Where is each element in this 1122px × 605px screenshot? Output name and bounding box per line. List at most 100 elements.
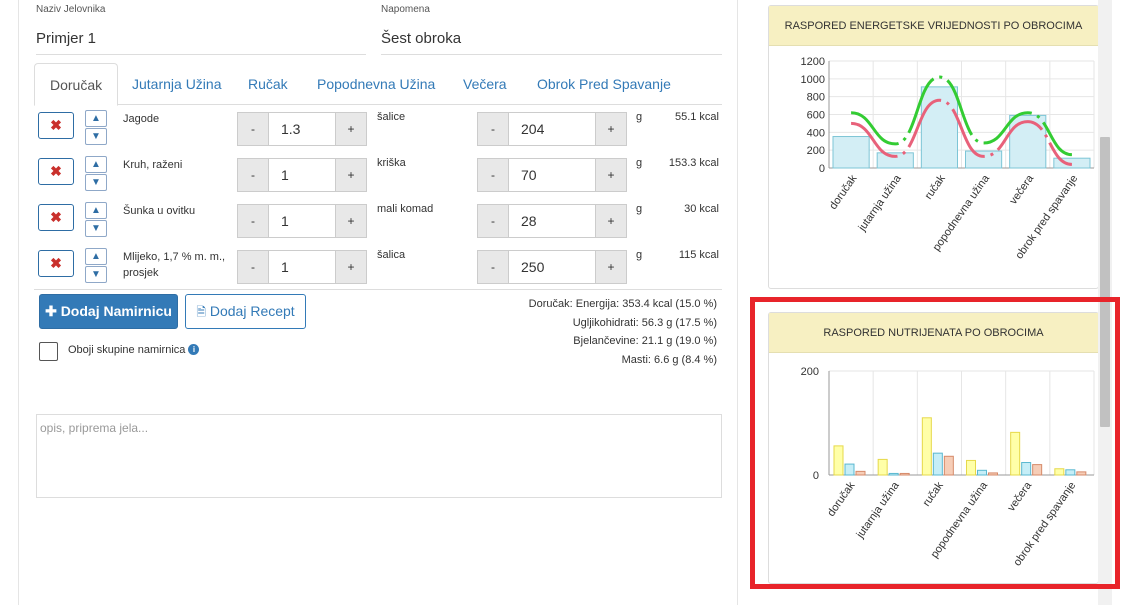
- move-down-button[interactable]: ▼: [85, 266, 107, 283]
- arrow-down-icon: ▼: [91, 131, 101, 142]
- note-field[interactable]: Šest obroka: [381, 30, 722, 55]
- quantity-decrement-button[interactable]: -: [237, 250, 269, 284]
- quantity-stepper: - 1 +: [237, 158, 367, 192]
- summary-energy: Doručak: Energija: 353.4 kcal (15.0 %): [528, 298, 717, 310]
- close-icon: ✖: [50, 163, 62, 179]
- move-up-button[interactable]: ▲: [85, 202, 107, 219]
- quantity-increment-button[interactable]: +: [335, 204, 367, 238]
- close-icon: ✖: [50, 117, 62, 133]
- quantity-input[interactable]: 1.3: [269, 112, 335, 146]
- quantity-stepper: - 1 +: [237, 250, 367, 284]
- grams-decrement-button[interactable]: -: [477, 158, 509, 192]
- y-tick-label: 600: [807, 110, 825, 122]
- grams-increment-button[interactable]: +: [595, 158, 627, 192]
- quantity-input[interactable]: 1: [269, 204, 335, 238]
- grams-decrement-button[interactable]: -: [477, 112, 509, 146]
- meal-tabs: Doručak Jutarnja Užina Ručak Popodnevna …: [34, 63, 722, 106]
- grams-increment-button[interactable]: +: [595, 204, 627, 238]
- close-icon: ✖: [50, 209, 62, 225]
- arrow-up-icon: ▲: [91, 113, 101, 124]
- summary-fat: Masti: 6.6 g (8.4 %): [621, 353, 717, 366]
- tab-vecera[interactable]: Večera: [448, 63, 522, 105]
- quantity-decrement-button[interactable]: -: [237, 204, 269, 238]
- energy-bar: [1009, 114, 1047, 169]
- kcal-value: 115 kcal: [678, 249, 719, 261]
- tab-popodnevna-uzina[interactable]: Popodnevna Užina: [302, 63, 450, 105]
- quantity-decrement-button[interactable]: -: [237, 158, 269, 192]
- summary-carbs: Ugljikohidrati: 56.3 g (17.5 %): [572, 316, 717, 329]
- grams-input[interactable]: 250: [509, 250, 595, 284]
- kcal-value: 30 kcal: [684, 203, 719, 215]
- quantity-input[interactable]: 1: [269, 250, 335, 284]
- grams-decrement-button[interactable]: -: [477, 250, 509, 284]
- meal-summary: Doručak: Energija: 353.4 kcal (15.0 %) U…: [529, 295, 717, 369]
- quantity-stepper: - 1.3 +: [237, 112, 367, 146]
- diet-name-field[interactable]: Primjer 1: [36, 30, 366, 55]
- grams-increment-button[interactable]: +: [595, 250, 627, 284]
- x-tick-label: ručak: [923, 172, 949, 201]
- energy-chart: 0 200 400 600 800 1000 1200 doručakjutarnja uži…: [801, 56, 1095, 261]
- info-icon[interactable]: i: [188, 344, 200, 355]
- move-up-button[interactable]: ▲: [85, 248, 107, 265]
- summary-protein: Bjelančevine: 21.1 g (19.0 %): [573, 335, 717, 347]
- delete-food-button[interactable]: ✖: [38, 204, 74, 231]
- y-tick-label: 200: [807, 145, 825, 157]
- x-tick-label: doručak: [827, 172, 860, 211]
- divider: [34, 289, 722, 290]
- arrow-down-icon: ▼: [91, 177, 101, 188]
- add-recipe-button[interactable]: 🗎 Dodaj Recept: [185, 294, 306, 329]
- y-tick-label: 1200: [801, 56, 825, 68]
- arrow-down-icon: ▼: [91, 269, 101, 280]
- kcal-value: 153.3 kcal: [668, 157, 719, 169]
- move-down-button[interactable]: ▼: [85, 128, 107, 145]
- grams-input[interactable]: 70: [509, 158, 595, 192]
- move-down-button[interactable]: ▼: [85, 220, 107, 237]
- quantity-decrement-button[interactable]: -: [237, 112, 269, 146]
- kcal-value: 55.1 kcal: [674, 111, 719, 123]
- document-icon: 🗎: [196, 305, 206, 319]
- food-name: Kruh, raženi: [123, 159, 183, 171]
- unit-label: šalica: [377, 249, 406, 261]
- arrow-down-icon: ▼: [91, 223, 101, 234]
- tab-dorucak[interactable]: Doručak: [34, 63, 119, 106]
- grams-input[interactable]: 28: [509, 204, 595, 238]
- food-name: Šunka u ovitku: [123, 205, 196, 217]
- add-food-button[interactable]: ✚ Dodaj Namirnicu: [39, 294, 178, 329]
- grams-stepper: - 204 +: [477, 112, 627, 146]
- menu-editor-panel: Naziv Jelovnika Primjer 1 Napomena Šest …: [18, 0, 738, 605]
- y-tick-label: 800: [807, 92, 825, 104]
- tab-obrok-pred-spavanje[interactable]: Obrok Pred Spavanje: [522, 63, 686, 105]
- move-up-button[interactable]: ▲: [85, 156, 107, 173]
- grams-increment-button[interactable]: +: [595, 112, 627, 146]
- quantity-increment-button[interactable]: +: [335, 112, 367, 146]
- close-icon: ✖: [50, 255, 62, 271]
- grams-stepper: - 70 +: [477, 158, 627, 192]
- arrow-up-icon: ▲: [91, 251, 101, 262]
- x-tick-label: jutarnja užina: [856, 172, 904, 234]
- quantity-stepper: - 1 +: [237, 204, 367, 238]
- delete-food-button[interactable]: ✖: [38, 158, 74, 185]
- unit-label: mali komad: [377, 203, 434, 215]
- tab-rucak[interactable]: Ručak: [233, 63, 303, 105]
- delete-food-button[interactable]: ✖: [38, 112, 74, 139]
- quantity-increment-button[interactable]: +: [335, 158, 367, 192]
- quantity-increment-button[interactable]: +: [335, 250, 367, 284]
- food-name: Mlijeko, 1,7 % m. m., prosjek: [123, 251, 226, 279]
- color-groups-label: Oboji skupine namirnica i: [68, 344, 200, 356]
- grams-stepper: - 250 +: [477, 250, 627, 284]
- quantity-input[interactable]: 1: [269, 158, 335, 192]
- add-food-label: Dodaj Namirnicu: [60, 303, 172, 319]
- grams-decrement-button[interactable]: -: [477, 204, 509, 238]
- move-down-button[interactable]: ▼: [85, 174, 107, 191]
- description-textarea[interactable]: opis, priprema jela...: [36, 414, 722, 498]
- grams-input[interactable]: 204: [509, 112, 595, 146]
- move-up-button[interactable]: ▲: [85, 110, 107, 127]
- delete-food-button[interactable]: ✖: [38, 250, 74, 277]
- diet-name-label: Naziv Jelovnika: [36, 4, 106, 15]
- y-tick-label: 0: [819, 163, 825, 175]
- plus-icon: ✚: [45, 303, 57, 319]
- color-groups-checkbox[interactable]: [39, 342, 58, 361]
- y-tick-label: 400: [807, 127, 825, 139]
- arrow-up-icon: ▲: [91, 159, 101, 170]
- tab-jutarnja-uzina[interactable]: Jutarnja Užina: [117, 63, 237, 105]
